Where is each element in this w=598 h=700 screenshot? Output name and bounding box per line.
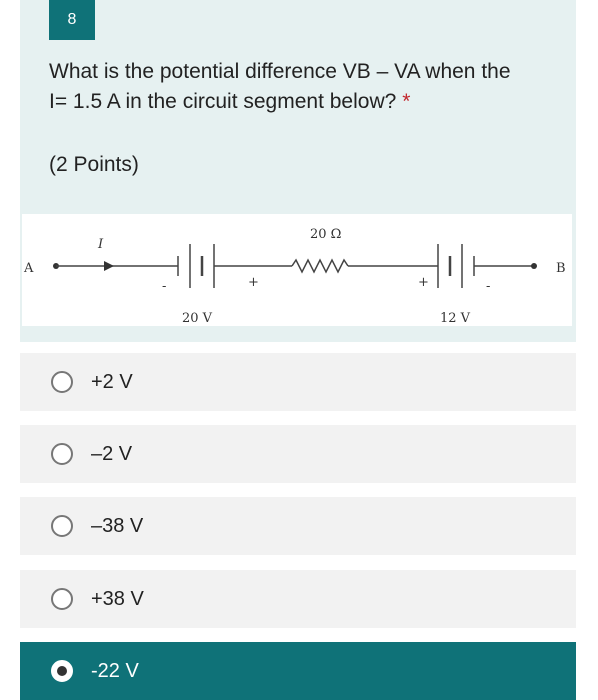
- option-label: –2 V: [91, 442, 133, 465]
- question-points: (2 Points): [49, 153, 139, 176]
- question-number: 8: [49, 0, 95, 40]
- radio-button[interactable]: [51, 515, 73, 537]
- battery2-minus: -: [486, 279, 490, 294]
- option-label: -22 V: [91, 659, 139, 682]
- battery2-plus: +: [418, 275, 429, 290]
- option-4[interactable]: +38 V: [20, 570, 576, 628]
- question-text-body: What is the potential difference VB – VA…: [49, 60, 511, 113]
- option-3[interactable]: –38 V: [20, 497, 576, 555]
- option-label: +38 V: [91, 587, 144, 610]
- option-2[interactable]: –2 V: [20, 425, 576, 483]
- radio-button[interactable]: [51, 588, 73, 610]
- battery1-label: 20 V: [182, 311, 213, 326]
- terminal-b-dot: [531, 263, 537, 269]
- radio-button[interactable]: [51, 371, 73, 393]
- battery1-minus: -: [162, 279, 166, 294]
- radio-button-selected[interactable]: [51, 660, 73, 682]
- circuit-diagram: A I - + 20 V 20 Ω + - 12 V B: [22, 214, 572, 326]
- resistor-symbol: [291, 258, 349, 274]
- radio-button[interactable]: [51, 443, 73, 465]
- question-text: What is the potential difference VB – VA…: [49, 57, 519, 117]
- resistor-label: 20 Ω: [310, 227, 341, 242]
- label-b: B: [556, 261, 566, 276]
- label-a: A: [23, 261, 34, 276]
- current-label: I: [97, 237, 104, 252]
- required-asterisk: *: [402, 90, 411, 113]
- option-label: –38 V: [91, 514, 144, 537]
- option-5[interactable]: -22 V: [20, 642, 576, 700]
- option-label: +2 V: [91, 370, 133, 393]
- circuit-svg: A I - + 20 V 20 Ω + - 12 V B: [23, 227, 566, 326]
- current-arrow: [104, 261, 114, 271]
- battery2-label: 12 V: [440, 311, 471, 326]
- option-1[interactable]: +2 V: [20, 353, 576, 411]
- battery1-plus: +: [248, 275, 259, 290]
